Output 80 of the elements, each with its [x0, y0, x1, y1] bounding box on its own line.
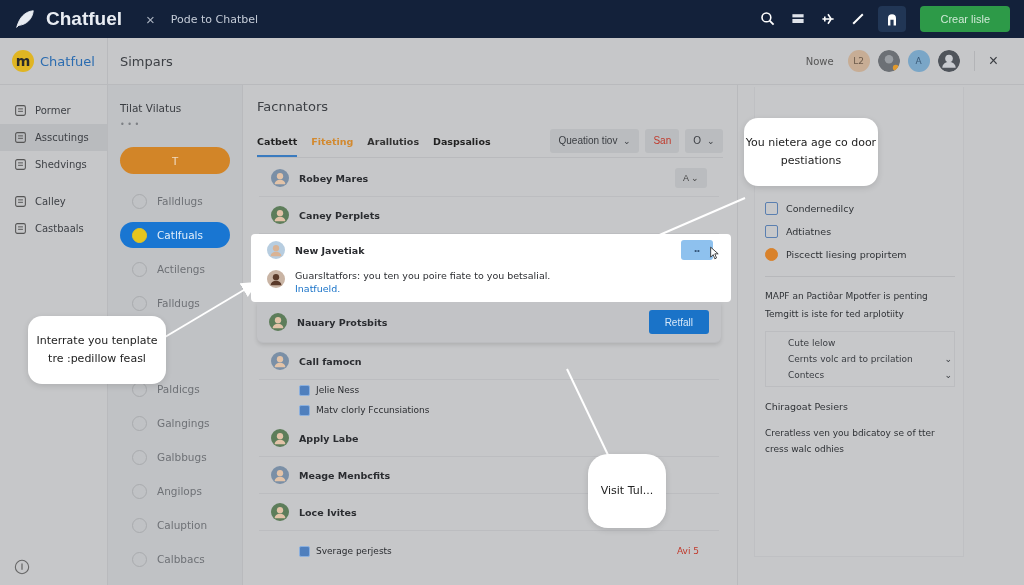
close-button[interactable]: ×	[140, 9, 161, 29]
search-icon[interactable]	[760, 11, 777, 27]
nav-item[interactable]: Castbaals	[0, 215, 107, 242]
action-button[interactable]: Retfall	[648, 310, 709, 334]
cursor-icon	[709, 246, 719, 260]
box-title: Cute lelow	[788, 338, 837, 348]
nav-icon	[14, 222, 27, 235]
info-text: MAPF an Pactiôar Mpotfer is penting	[765, 291, 929, 301]
avatar-icon	[267, 241, 285, 259]
nav-item[interactable]: Shedvings	[0, 151, 107, 178]
page-title: Simpars	[120, 53, 173, 69]
dropdown-option[interactable]: Cernts volc ard to prcilation ⌄	[788, 354, 952, 364]
item-icon	[765, 248, 778, 261]
count-label: Avi 5	[676, 546, 699, 556]
section-heading: Chiragoat Pesiers	[765, 401, 849, 412]
nav-item[interactable]: Pormer	[0, 97, 107, 124]
user-icon[interactable]	[937, 50, 960, 72]
sub-item[interactable]: Sverage perjests	[316, 546, 392, 556]
avatar-icon	[271, 503, 289, 521]
checkbox-icon[interactable]	[299, 384, 310, 396]
avatar-icon	[271, 352, 289, 370]
link[interactable]: Inatfueld.	[295, 283, 551, 294]
contact-name[interactable]: Caney Perplets	[299, 209, 380, 221]
avatar-icon[interactable]	[877, 50, 900, 72]
close-button[interactable]: ×	[973, 51, 1004, 71]
profile-button[interactable]	[878, 6, 907, 32]
avatar-icon	[271, 169, 289, 187]
brand-name: Chatfuel	[46, 8, 122, 30]
tab[interactable]: Catbett	[257, 128, 298, 157]
detail-item[interactable]: Condernedilcy	[786, 203, 855, 214]
dropdown-button[interactable]: A ⌄	[675, 168, 707, 188]
sub-item[interactable]: Matv clorly Fccunsiations	[316, 405, 430, 415]
user-badge[interactable]: L2	[847, 50, 870, 72]
contact-name[interactable]: Call famocn	[299, 355, 362, 367]
breadcrumb: Pode to Chatbel	[170, 12, 259, 26]
callout-bubble: You nietera age co door pestiations	[744, 118, 878, 186]
avatar-icon	[269, 313, 287, 331]
item-icon	[765, 225, 778, 238]
tab[interactable]: Arallutios	[367, 128, 420, 157]
nav-icon	[14, 131, 27, 144]
more-button[interactable]: ••	[681, 240, 713, 260]
nav-icon	[14, 158, 27, 171]
description-text: Creratless ven you bdicatoy se of tter cress walc odhies	[765, 427, 935, 456]
info-icon[interactable]	[14, 559, 30, 575]
section-title: Facnnators	[257, 99, 329, 114]
nav-item[interactable]: Asscutings	[0, 124, 107, 151]
nav-icon	[14, 104, 27, 117]
sub-item[interactable]: Jelie Ness	[316, 385, 360, 395]
brand-logo: m	[12, 50, 34, 72]
detail-item[interactable]: Piscectt liesing propirtem	[786, 249, 907, 260]
nav-item[interactable]: Calley	[0, 188, 107, 215]
contact-name[interactable]: Meage Menbcfits	[299, 469, 391, 481]
status-text: Nowe	[805, 55, 834, 67]
detail-item[interactable]: Adtiatnes	[786, 226, 832, 237]
contact-name[interactable]: Apply Labe	[299, 432, 359, 444]
brand-name: Chatfuel	[40, 53, 95, 69]
callout-bubble: Interrate you tenplate tre :pedillow feasl	[28, 316, 166, 384]
checkbox-icon[interactable]	[299, 545, 310, 557]
contact-name[interactable]: Nauary Protsbits	[297, 316, 388, 328]
message-text: Guarsltatfors: you ten you poire fiate to you betsalial.	[295, 270, 551, 281]
contact-name[interactable]: Loce Ivites	[299, 506, 357, 518]
filter-button[interactable]: O ⌄	[685, 128, 723, 153]
callout-bubble: Visit Tul...	[588, 454, 666, 528]
dropdown-option[interactable]: Contecs ⌄	[788, 370, 952, 380]
section-title: Tilat Vilatus	[120, 102, 183, 114]
leaf-logo-icon	[14, 8, 36, 30]
plane-icon[interactable]	[820, 11, 837, 27]
info-text: Temgitt is iste for ted arplotiity	[765, 309, 905, 319]
filter-button[interactable]: Queation tiov ⌄	[550, 128, 640, 153]
avatar-icon	[271, 466, 289, 484]
item-icon	[765, 202, 778, 215]
avatar-icon	[267, 270, 285, 288]
checkbox-icon[interactable]	[299, 404, 310, 416]
avatar-icon	[271, 429, 289, 447]
flow-item[interactable]: Catlfuals	[120, 222, 230, 248]
tab[interactable]: Daspsalios	[433, 128, 491, 157]
contact-name[interactable]: Robey Mares	[299, 172, 369, 184]
avatar-icon	[271, 206, 289, 224]
contact-name[interactable]: New Javetiak	[295, 244, 365, 256]
nav-icon	[14, 195, 27, 208]
